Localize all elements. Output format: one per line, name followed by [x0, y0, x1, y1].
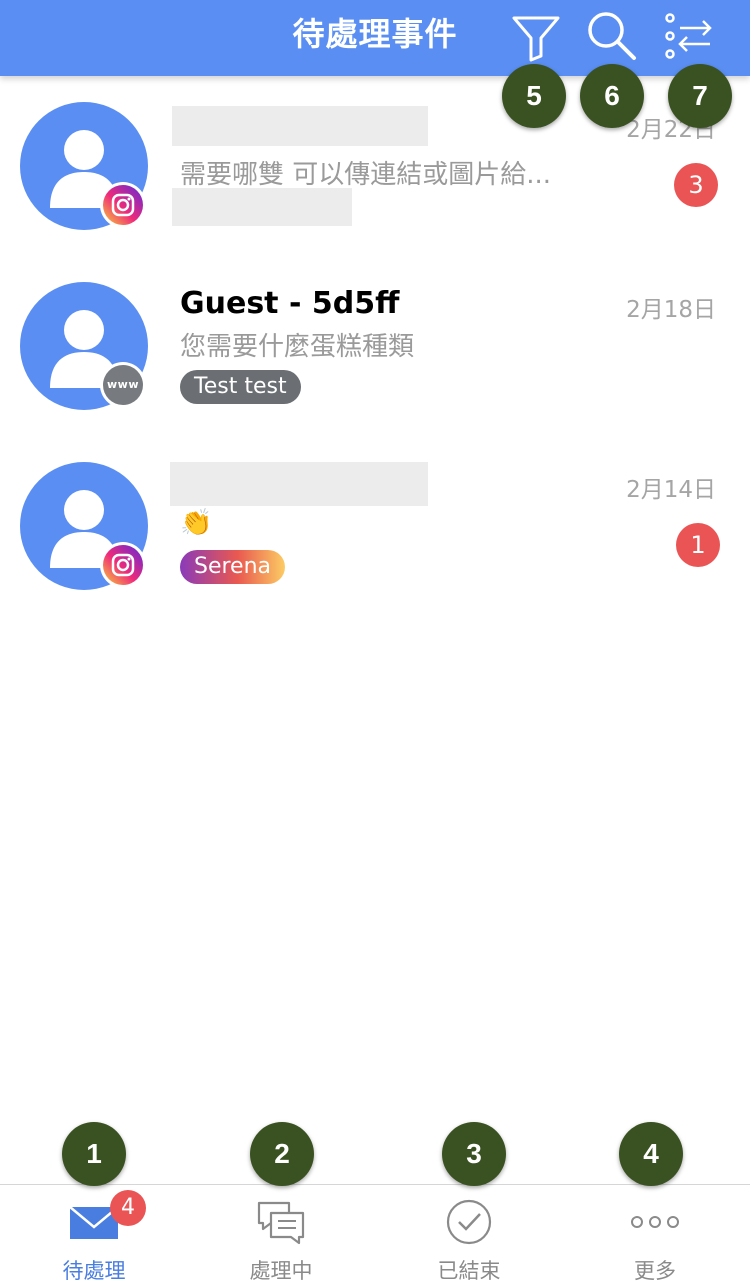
sort-settings-icon[interactable] — [662, 8, 718, 64]
conversation-tag: Test test — [180, 370, 301, 404]
marker-1: 1 — [62, 1122, 126, 1186]
marker-6: 6 — [580, 64, 644, 128]
marker-3: 3 — [442, 1122, 506, 1186]
tab-label: 處理中 — [249, 1259, 313, 1283]
tab-more[interactable]: 更多 — [595, 1185, 715, 1284]
conversation-row[interactable]: 需要哪雙 可以傳連結或圖片給... 2月22日 3 — [0, 102, 750, 282]
conversation-tag: Serena — [180, 550, 286, 584]
redacted-name — [172, 106, 428, 146]
website-channel-label: www — [103, 365, 143, 405]
marker-2: 2 — [250, 1122, 314, 1186]
instagram-icon — [100, 542, 146, 588]
filter-icon[interactable] — [508, 8, 564, 64]
contact-name: Guest - 5d5ff — [180, 286, 400, 321]
message-preview: 需要哪雙 可以傳連結或圖片給... — [180, 160, 552, 190]
app-header: 待處理事件 — [0, 0, 750, 76]
tab-label: 更多 — [634, 1259, 676, 1283]
marker-4: 4 — [619, 1122, 683, 1186]
unread-badge: 3 — [674, 163, 718, 207]
unread-badge: 1 — [676, 523, 720, 567]
conversation-row[interactable]: www Guest - 5d5ff 您需要什麼蛋糕種類 2月18日 Test t… — [0, 282, 750, 462]
search-icon[interactable] — [584, 8, 640, 64]
tab-badge-count: 4 — [110, 1190, 146, 1226]
instagram-icon — [100, 182, 146, 228]
tab-closed[interactable]: 已結束 — [409, 1185, 529, 1284]
check-circle-icon — [439, 1199, 499, 1245]
conversation-date: 2月18日 — [626, 297, 716, 323]
more-dots-icon — [625, 1199, 685, 1245]
marker-7: 7 — [668, 64, 732, 128]
tab-label: 已結束 — [437, 1259, 501, 1283]
conversation-date: 2月14日 — [626, 477, 716, 503]
marker-5: 5 — [502, 64, 566, 128]
message-preview: 👏 — [180, 508, 213, 538]
tab-in-progress[interactable]: 處理中 — [221, 1185, 341, 1284]
tab-label: 待處理 — [62, 1259, 126, 1283]
conversation-row[interactable]: 👏 2月14日 1 Serena — [0, 462, 750, 642]
redacted-name — [170, 462, 428, 506]
website-icon: www — [100, 362, 146, 408]
redacted-field — [172, 188, 352, 226]
message-preview: 您需要什麼蛋糕種類 — [180, 332, 415, 362]
chat-bubbles-icon — [251, 1199, 311, 1245]
